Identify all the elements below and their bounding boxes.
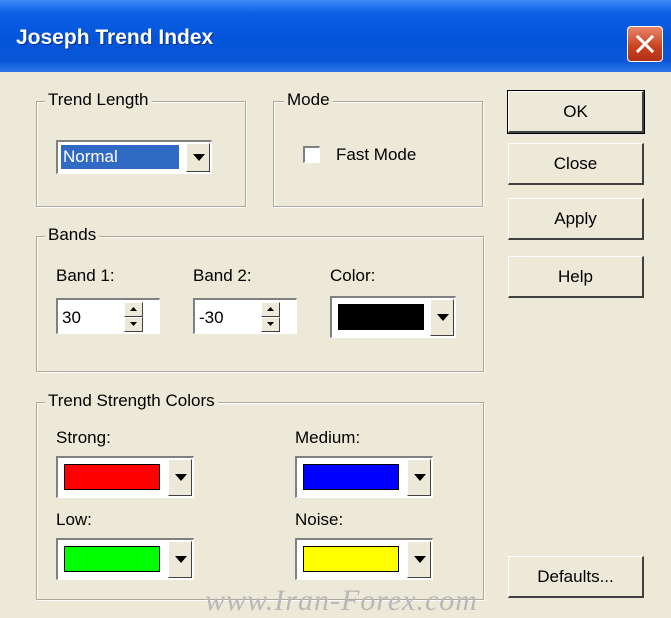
medium-label: Medium: <box>295 428 361 447</box>
trend-length-dropdown-button[interactable] <box>186 143 210 172</box>
medium-color-dropdown-button[interactable] <box>407 459 431 496</box>
low-color-select[interactable] <box>56 538 194 580</box>
trend-length-selected: Normal <box>61 145 179 169</box>
help-button-label: Help <box>558 267 593 286</box>
ok-button-label: OK <box>563 102 588 121</box>
chevron-down-icon <box>175 473 187 481</box>
noise-label: Noise: <box>295 510 344 529</box>
fast-mode-checkbox[interactable] <box>303 146 320 163</box>
noise-color-swatch <box>303 546 399 572</box>
strong-color-swatch <box>64 464 160 490</box>
band2-label: Band 2: <box>193 266 252 285</box>
low-label: Low: <box>56 510 92 529</box>
noise-color-select[interactable] <box>295 538 433 580</box>
chevron-down-icon <box>414 555 426 563</box>
spin-down-icon <box>130 322 137 326</box>
band2-value: -30 <box>199 308 224 327</box>
band2-input[interactable]: -30 <box>193 298 297 334</box>
spin-up-icon <box>130 307 137 311</box>
chevron-down-icon <box>437 313 449 321</box>
low-color-swatch <box>64 546 160 572</box>
strong-label: Strong: <box>56 428 111 447</box>
close-window-button[interactable] <box>627 26 663 62</box>
band-color-label: Color: <box>330 266 376 285</box>
fast-mode-label[interactable]: Fast Mode <box>336 145 416 165</box>
chevron-down-icon <box>414 473 426 481</box>
defaults-button[interactable]: Defaults... <box>508 556 644 598</box>
title-bar[interactable]: Joseph Trend Index <box>0 0 671 72</box>
trend-length-select[interactable]: Normal <box>56 140 212 174</box>
band1-value: 30 <box>62 308 81 327</box>
band-color-swatch <box>338 304 424 330</box>
noise-color-dropdown-button[interactable] <box>407 541 431 578</box>
band2-spin-down[interactable] <box>261 317 280 332</box>
band2-spin-up[interactable] <box>261 302 280 317</box>
dialog-window: Joseph Trend Index Trend Length Normal M… <box>0 0 671 618</box>
close-button[interactable]: Close <box>508 143 644 185</box>
window-title: Joseph Trend Index <box>16 26 214 49</box>
band1-spin-down[interactable] <box>124 317 143 332</box>
chevron-down-icon <box>193 153 205 161</box>
band-color-dropdown-button[interactable] <box>430 299 454 336</box>
spin-up-icon <box>267 307 274 311</box>
medium-color-swatch <box>303 464 399 490</box>
apply-button[interactable]: Apply <box>508 198 644 240</box>
strong-color-select[interactable] <box>56 456 194 498</box>
strong-color-dropdown-button[interactable] <box>168 459 192 496</box>
trend-length-legend: Trend Length <box>45 90 152 110</box>
close-button-label: Close <box>553 154 598 173</box>
medium-color-select[interactable] <box>295 456 433 498</box>
band1-spin-up[interactable] <box>124 302 143 317</box>
low-color-dropdown-button[interactable] <box>168 541 192 578</box>
close-icon <box>636 35 654 53</box>
ok-button[interactable]: OK <box>507 90 645 134</box>
trend-strength-colors-legend: Trend Strength Colors <box>45 391 218 411</box>
chevron-down-icon <box>175 555 187 563</box>
band1-input[interactable]: 30 <box>56 298 160 334</box>
help-button[interactable]: Help <box>508 256 644 298</box>
watermark-text: www.Iran-Forex.com <box>205 584 478 617</box>
bands-legend: Bands <box>45 225 100 245</box>
apply-button-label: Apply <box>554 209 597 228</box>
band1-label: Band 1: <box>56 266 115 285</box>
band-color-select[interactable] <box>330 296 456 338</box>
spin-down-icon <box>267 322 274 326</box>
defaults-button-label: Defaults... <box>537 567 614 586</box>
mode-legend: Mode <box>284 90 333 110</box>
